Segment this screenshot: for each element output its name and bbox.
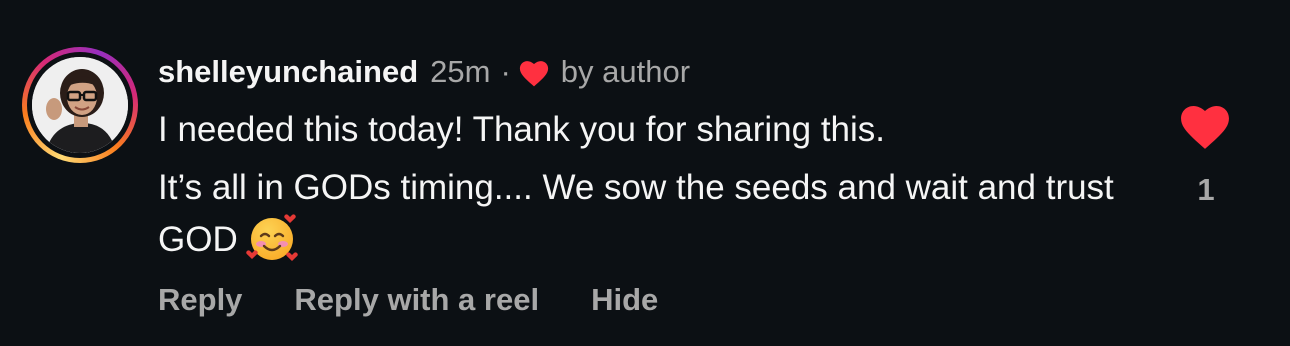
like-count[interactable]: 1	[1180, 172, 1232, 208]
username[interactable]: shelleyunchained	[158, 54, 418, 90]
separator-dot: ·	[500, 54, 511, 89]
comment-text: I needed this today! Thank you for shari…	[158, 104, 1118, 273]
reply-with-reel-button[interactable]: Reply with a reel	[294, 282, 539, 318]
comment-header: shelleyunchained 25m · by author	[158, 52, 690, 92]
comment-item: shelleyunchained 25m · by author I neede…	[0, 0, 1290, 346]
reply-button[interactable]: Reply	[158, 282, 242, 318]
timestamp: 25m	[430, 54, 491, 89]
like-heart-icon[interactable]	[1180, 104, 1230, 150]
author-liked-heart-icon	[519, 59, 549, 86]
avatar[interactable]	[32, 57, 128, 153]
comment-paragraph-2: It’s all in GODs timing.... We sow the s…	[158, 162, 1118, 267]
liked-by-author-label: by author	[560, 54, 691, 89]
hide-button[interactable]: Hide	[591, 282, 658, 318]
avatar-story-ring[interactable]	[22, 47, 138, 163]
comment-paragraph-1: I needed this today! Thank you for shari…	[158, 110, 886, 149]
comment-paragraph-2-text: It’s all in GODs timing.... We sow the s…	[158, 168, 1114, 259]
comment-actions: Reply Reply with a reel Hide	[158, 278, 658, 322]
smiling-face-with-hearts-icon	[246, 213, 298, 263]
like-column	[1180, 104, 1234, 150]
avatar-ring-gap	[27, 52, 133, 158]
avatar-photo	[32, 57, 128, 153]
